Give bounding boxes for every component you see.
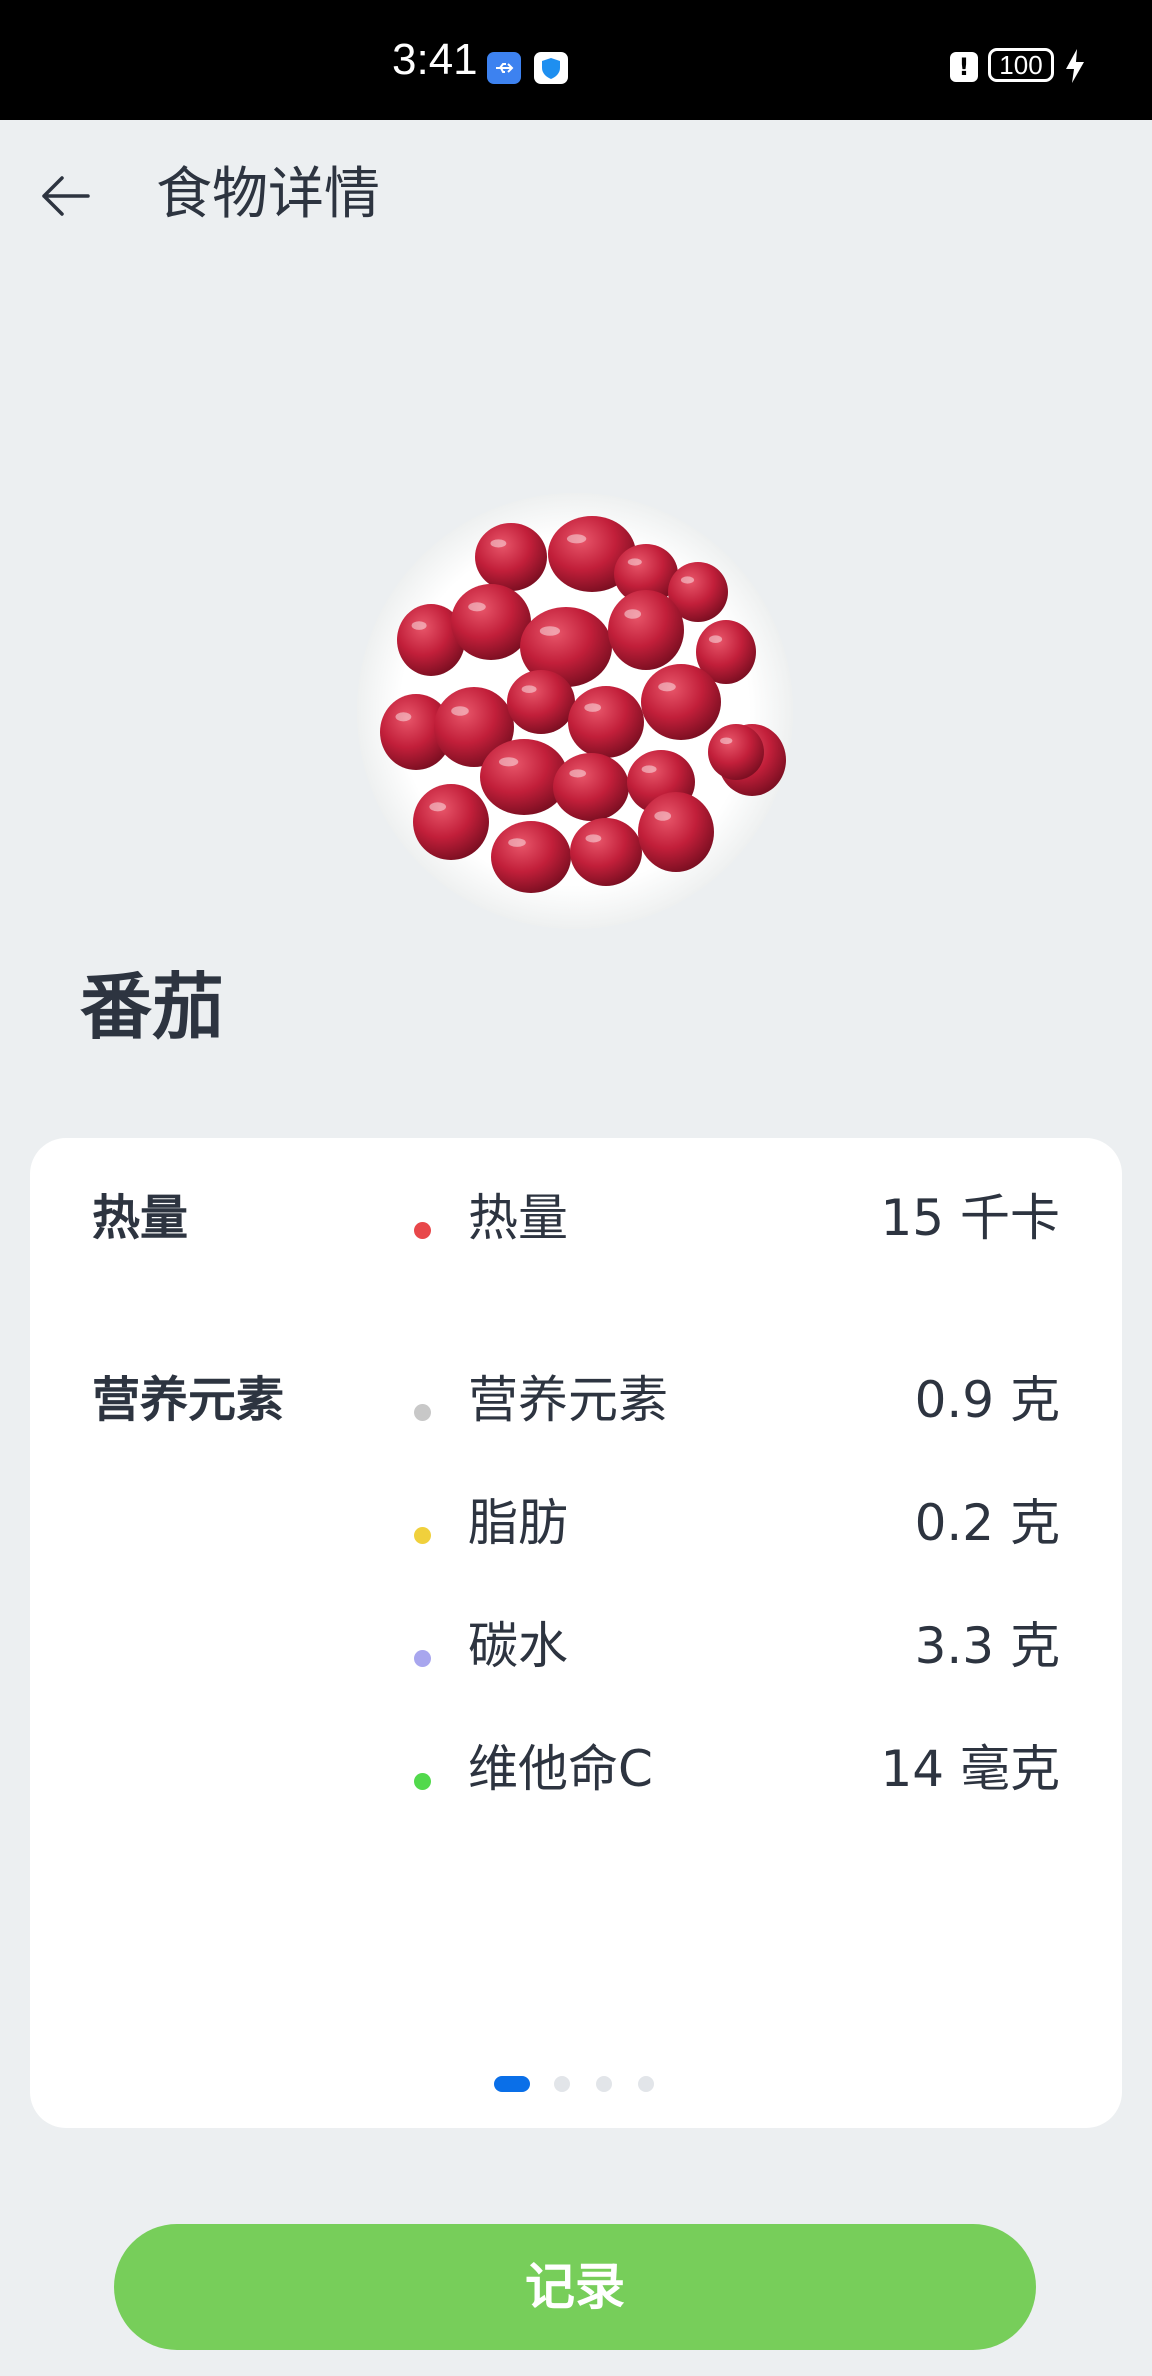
nutrient-value: 0.2 克 — [914, 1494, 1060, 1552]
arrow-left-icon — [42, 176, 90, 216]
berry-highlight — [585, 834, 602, 843]
nutrient-value: 0.9 克 — [914, 1371, 1060, 1429]
berry — [638, 792, 714, 872]
nutrient-value: 3.3 克 — [914, 1617, 1060, 1675]
berry-highlight — [539, 626, 561, 636]
berry — [553, 753, 629, 821]
nutrient-value: 14 毫克 — [880, 1740, 1060, 1798]
berry — [491, 821, 571, 893]
page-indicator[interactable] — [30, 2074, 1122, 2094]
shield-icon — [534, 52, 568, 84]
nutrient-value: 15 千卡 — [880, 1189, 1060, 1247]
carbs-dot — [414, 1650, 431, 1667]
berry — [413, 784, 489, 860]
berry-highlight — [468, 602, 486, 612]
usb-icon — [487, 52, 521, 84]
berry-highlight — [654, 811, 672, 821]
berry-highlight — [490, 539, 507, 548]
food-photo — [356, 492, 794, 930]
record-button[interactable]: 记录 — [114, 2224, 1036, 2350]
back-button[interactable] — [36, 166, 96, 226]
nutrient-name: 碳水 — [468, 1617, 568, 1675]
berry-highlight — [624, 609, 642, 619]
status-bar: 3:41 ! 100 — [0, 0, 1152, 120]
group-label-nutrients: 营养元素 — [92, 1372, 285, 1428]
fat-dot — [414, 1527, 431, 1544]
berry-highlight — [641, 765, 657, 774]
berry-highlight — [680, 576, 695, 584]
berry-highlight — [569, 769, 587, 778]
nutrient-name: 热量 — [468, 1189, 568, 1247]
berry-highlight — [708, 635, 723, 644]
nutrient-dot — [414, 1404, 431, 1421]
berry-highlight — [508, 838, 526, 847]
berry-highlight — [566, 534, 587, 544]
vitamin-c-dot — [414, 1773, 431, 1790]
berry — [708, 724, 764, 780]
berry — [568, 686, 644, 758]
nutrition-card[interactable]: 热量 热量 15 千卡 营养元素 营养元素 0.9 克 脂肪 0.2 克 碳水 … — [30, 1138, 1122, 2128]
berry — [451, 584, 531, 660]
berry — [608, 590, 684, 670]
berry — [475, 523, 547, 591]
berry — [570, 818, 642, 886]
berry-highlight — [658, 682, 676, 692]
charging-icon — [1064, 48, 1086, 84]
berry-highlight — [584, 703, 602, 712]
berry-highlight — [521, 685, 537, 694]
page-dot[interactable] — [638, 2076, 654, 2092]
page-dot-active[interactable] — [494, 2076, 530, 2092]
berry-highlight — [429, 802, 447, 812]
page-dot[interactable] — [554, 2076, 570, 2092]
nutrient-name: 营养元素 — [468, 1371, 668, 1429]
berry — [641, 664, 721, 740]
alert-icon: ! — [950, 52, 978, 82]
nutrient-name: 脂肪 — [468, 1494, 568, 1552]
nutrient-name: 维他命C — [468, 1740, 653, 1798]
calories-dot — [414, 1222, 431, 1239]
berry-highlight — [395, 712, 412, 722]
berry-highlight — [627, 558, 642, 566]
berry-highlight — [411, 621, 427, 630]
berry — [507, 670, 575, 734]
berry-highlight — [720, 737, 733, 745]
page-dot[interactable] — [596, 2076, 612, 2092]
berry-highlight — [451, 706, 469, 716]
food-name: 番茄 — [80, 965, 225, 1049]
status-time: 3:41 — [392, 35, 478, 84]
page-title: 食物详情 — [156, 162, 380, 227]
battery-icon: 100 — [988, 48, 1054, 82]
berry-highlight — [498, 757, 519, 767]
group-label-calories: 热量 — [92, 1190, 189, 1246]
